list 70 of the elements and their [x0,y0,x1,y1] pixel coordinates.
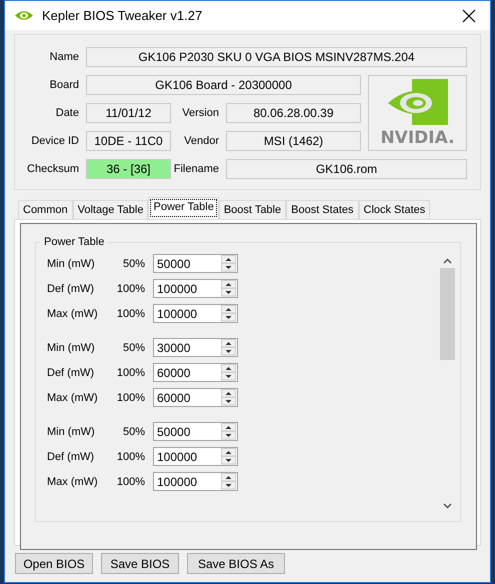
percent-label: 100% [116,308,145,320]
spin-field[interactable]: 30000 [153,338,238,357]
percent-label: 100% [116,366,145,378]
action-button[interactable]: Save BIOS [101,553,179,574]
spinner-arrows-icon [221,448,236,465]
row-label: Max (mW) [47,308,99,320]
eye-icon [14,9,34,22]
scroll-down-icon [442,503,452,509]
value-field: GK106 P2030 SKU 0 VGA BIOS MSINV287MS.204 [86,47,467,67]
group-title: Power Table [43,236,106,248]
percent-label: 100% [116,392,145,404]
spin-field[interactable]: 50000 [153,422,238,441]
spin-field[interactable]: 60000 [153,388,238,407]
close-icon[interactable] [462,8,476,22]
field-label: Version [181,106,220,121]
percent-label: 100% [116,282,145,294]
row-label: Def (mW) [47,366,96,378]
spin-field[interactable]: 100000 [153,472,238,491]
row-label: Max (mW) [47,476,99,488]
percent-label: 50% [122,258,145,270]
percent-label: 100% [116,450,145,462]
spin-field[interactable]: 100000 [153,279,238,298]
percent-label: 50% [122,426,145,438]
window-title: Kepler BIOS Tweaker v1.27 [42,8,204,23]
tab[interactable]: Boost Table [218,200,286,219]
field-label: Device ID [30,134,80,149]
tab[interactable]: Voltage Table [72,200,148,219]
eye-logo-icon [386,78,450,124]
spinner-arrows-icon [221,389,236,406]
spinner-arrows-icon [221,339,236,356]
action-button[interactable]: Open BIOS [15,553,93,574]
scrollbar-thumb[interactable] [440,268,454,360]
row-label: Min (mW) [47,258,96,270]
spinner-arrows-icon [221,364,236,381]
tab[interactable]: Common [18,200,73,219]
tab[interactable]: Clock States [358,200,430,219]
value-field: MSI (1462) [226,131,361,151]
checksum-field: 36 - [36] [86,159,171,179]
percent-label: 100% [116,476,145,488]
row-label: Max (mW) [47,392,99,404]
percent-label: 50% [122,342,145,354]
spin-field[interactable]: 60000 [153,363,238,382]
spin-field[interactable]: 100000 [153,447,238,466]
tab[interactable]: Boost States [286,200,358,219]
row-label: Def (mW) [47,450,96,462]
field-label: Date [54,106,80,121]
value-field: 10DE - 11C0 [86,131,171,151]
spinner-arrows-icon [221,305,236,322]
spinner-arrows-icon [221,423,236,440]
field-label: Board [48,78,80,93]
row-label: Min (mW) [47,426,96,438]
field-label: Vendor [183,134,220,149]
row-label: Min (mW) [47,342,96,354]
value-field: 11/01/12 [86,103,171,123]
logo-text: NVIDIA. [380,128,455,148]
field-label: Checksum [26,162,80,177]
spinner-arrows-icon [221,473,236,490]
row-label: Def (mW) [47,282,96,294]
spinner-arrows-icon [221,255,236,272]
spin-field[interactable]: 100000 [153,304,238,323]
value-field: 80.06.28.00.39 [226,103,361,123]
field-label: Filename [172,162,220,177]
spin-field[interactable]: 50000 [153,254,238,273]
spinner-arrows-icon [221,280,236,297]
value-field: GK106 Board - 20300000 [86,75,361,95]
action-button[interactable]: Save BIOS As [187,553,285,574]
value-field: GK106.rom [226,159,467,179]
field-label: Name [48,50,80,65]
tab[interactable]: Power Table [148,197,219,219]
scroll-up-icon [442,258,452,264]
